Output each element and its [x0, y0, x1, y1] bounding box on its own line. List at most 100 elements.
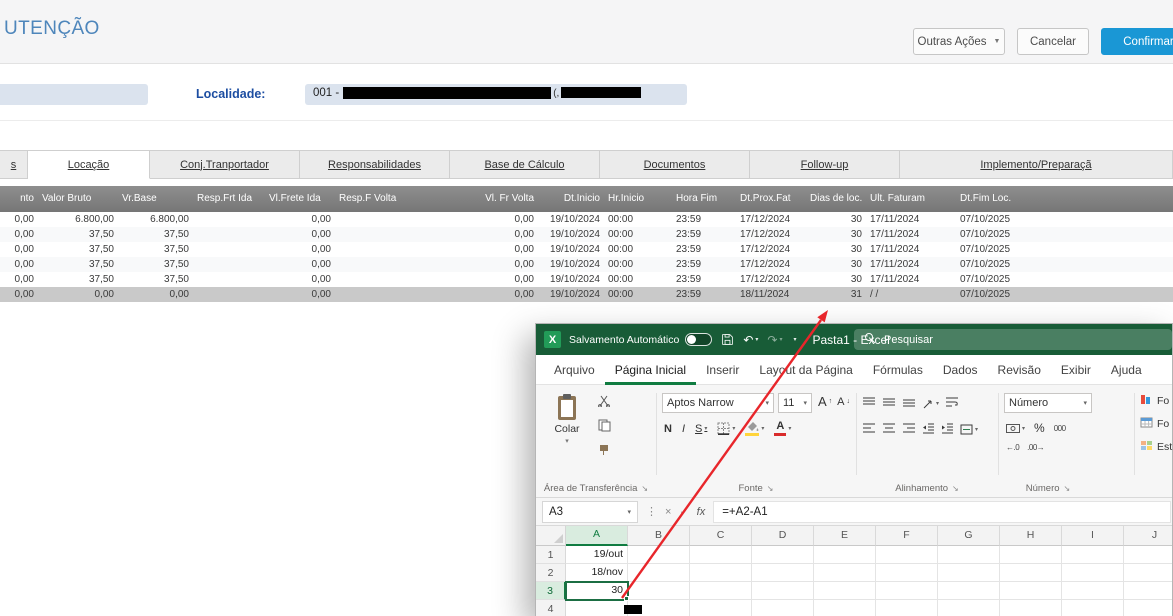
column-header-e[interactable]: E — [814, 526, 876, 546]
outras-acoes-button[interactable]: Outras Ações ▼ — [913, 28, 1005, 55]
tab-implemento-preparaca[interactable]: Implemento/Preparaçã — [900, 150, 1173, 179]
cell-h3[interactable] — [1000, 582, 1062, 600]
autosave-toggle[interactable] — [685, 333, 713, 346]
ribbon-tab-inserir[interactable]: Inserir — [696, 355, 749, 385]
dialog-launcher-icon[interactable]: ↘ — [1064, 484, 1071, 493]
redo-icon[interactable]: ↷ ▾ — [767, 333, 782, 347]
cell-c4[interactable] — [690, 600, 752, 616]
cell-d3[interactable] — [752, 582, 814, 600]
ribbon-tab-exibir[interactable]: Exibir — [1051, 355, 1101, 385]
cell-h4[interactable] — [1000, 600, 1062, 616]
cell-a4[interactable] — [566, 600, 628, 616]
table-row[interactable]: 0,00 6.800,00 6.800,00 0,00 0,00 19/10/2024 00… — [0, 212, 1173, 227]
cell-b1[interactable] — [628, 546, 690, 564]
cell-d1[interactable] — [752, 546, 814, 564]
comma-style-button[interactable]: 000 — [1054, 424, 1066, 433]
dialog-launcher-icon[interactable]: ↘ — [641, 484, 648, 493]
align-middle-icon[interactable] — [882, 396, 896, 411]
column-header-a[interactable]: A — [566, 526, 628, 546]
cell-b2[interactable] — [628, 564, 690, 582]
column-header-f[interactable]: F — [876, 526, 938, 546]
ribbon-tab-ajuda[interactable]: Ajuda — [1101, 355, 1152, 385]
cell-a2[interactable]: 18/nov — [566, 564, 628, 582]
table-row[interactable]: 0,00 37,50 37,50 0,00 0,00 19/10/2024 00:00 23:… — [0, 227, 1173, 242]
percent-style-button[interactable]: % — [1034, 421, 1045, 435]
cell-j4[interactable] — [1124, 600, 1172, 616]
number-format-select[interactable]: Número ▾ — [1004, 393, 1092, 413]
bold-button[interactable]: N — [664, 423, 672, 435]
cell-c1[interactable] — [690, 546, 752, 564]
column-header-b[interactable]: B — [628, 526, 690, 546]
column-header-h[interactable]: H — [1000, 526, 1062, 546]
cell-a1[interactable]: 19/out — [566, 546, 628, 564]
orientation-icon[interactable]: ▾ — [922, 398, 939, 410]
ribbon-tab-pagina-inicial[interactable]: Página Inicial — [605, 355, 696, 385]
paste-button[interactable]: Colar ▾ — [546, 393, 588, 467]
cell-a3[interactable]: 30 — [565, 581, 629, 601]
cell-f1[interactable] — [876, 546, 938, 564]
cell-d2[interactable] — [752, 564, 814, 582]
cell-f3[interactable] — [876, 582, 938, 600]
row-header-3[interactable]: 3 — [536, 582, 566, 600]
accounting-format-icon[interactable]: ▾ — [1006, 423, 1025, 433]
ribbon-tab-revisao[interactable]: Revisão — [988, 355, 1051, 385]
column-header-d[interactable]: D — [752, 526, 814, 546]
ribbon-tab-layout-da-pagina[interactable]: Layout da Página — [749, 355, 862, 385]
fill-handle[interactable] — [624, 596, 629, 601]
search-input[interactable]: Pesquisar — [854, 329, 1172, 350]
left-input-field[interactable] — [0, 84, 148, 105]
dialog-launcher-icon[interactable]: ↘ — [767, 484, 774, 493]
fill-color-button[interactable]: ▾ — [745, 421, 764, 436]
table-row[interactable]: 0,00 37,50 37,50 0,00 0,00 19/10/2024 00:00 23:… — [0, 272, 1173, 287]
cell-j3[interactable] — [1124, 582, 1172, 600]
font-size-select[interactable]: 11 ▾ — [778, 393, 812, 413]
toolbar-more-icon[interactable]: ▾ — [791, 336, 796, 343]
cell-h1[interactable] — [1000, 546, 1062, 564]
insert-function-icon[interactable]: fx — [697, 506, 706, 518]
cell-f4[interactable] — [876, 600, 938, 616]
format-as-table-button[interactable]: Fo — [1140, 416, 1172, 432]
cell-c2[interactable] — [690, 564, 752, 582]
copy-icon[interactable] — [598, 419, 611, 435]
tab-locacao[interactable]: Locação — [28, 150, 150, 179]
increase-decimal-icon[interactable]: ←.0 — [1006, 443, 1020, 452]
cell-h2[interactable] — [1000, 564, 1062, 582]
column-header-i[interactable]: I — [1062, 526, 1124, 546]
increase-indent-icon[interactable] — [941, 422, 954, 437]
cell-g2[interactable] — [938, 564, 1000, 582]
localidade-field[interactable]: 001 - (, — [305, 84, 687, 105]
align-left-icon[interactable] — [862, 422, 876, 437]
undo-icon[interactable]: ↶ ▾ — [743, 333, 758, 347]
wrap-text-icon[interactable] — [945, 396, 959, 411]
ribbon-tab-dados[interactable]: Dados — [933, 355, 988, 385]
cancelar-button[interactable]: Cancelar — [1017, 28, 1089, 55]
cell-styles-button[interactable]: Est — [1140, 439, 1172, 455]
dialog-launcher-icon[interactable]: ↘ — [952, 484, 959, 493]
table-row[interactable]: 0,00 37,50 37,50 0,00 0,00 19/10/2024 00:00 23:… — [0, 242, 1173, 257]
font-color-button[interactable]: A ▾ — [774, 421, 791, 436]
align-bottom-icon[interactable] — [902, 396, 916, 411]
row-header-1[interactable]: 1 — [536, 546, 566, 564]
decrease-font-icon[interactable]: A ↓ — [837, 396, 850, 408]
cell-e4[interactable] — [814, 600, 876, 616]
column-header-g[interactable]: G — [938, 526, 1000, 546]
conditional-formatting-button[interactable]: Fo — [1140, 393, 1172, 409]
italic-button[interactable]: I — [682, 423, 685, 435]
borders-button[interactable]: ▾ — [717, 422, 735, 435]
table-row[interactable]: 0,00 0,00 0,00 0,00 0,00 19/10/2024 00:00 23:59… — [0, 287, 1173, 302]
increase-font-icon[interactable]: A ↑ — [818, 394, 832, 409]
save-icon[interactable] — [721, 333, 734, 346]
underline-button[interactable]: S ▾ — [695, 423, 707, 435]
cell-g1[interactable] — [938, 546, 1000, 564]
ribbon-tab-arquivo[interactable]: Arquivo — [544, 355, 605, 385]
align-center-icon[interactable] — [882, 422, 896, 437]
select-all-corner[interactable] — [536, 526, 566, 546]
tab-documentos[interactable]: Documentos — [600, 150, 750, 179]
cell-e3[interactable] — [814, 582, 876, 600]
enter-entry-icon[interactable]: ✓ — [679, 505, 688, 518]
cell-j2[interactable] — [1124, 564, 1172, 582]
cell-f2[interactable] — [876, 564, 938, 582]
cell-e2[interactable] — [814, 564, 876, 582]
cell-c3[interactable] — [690, 582, 752, 600]
cut-icon[interactable] — [598, 395, 611, 410]
